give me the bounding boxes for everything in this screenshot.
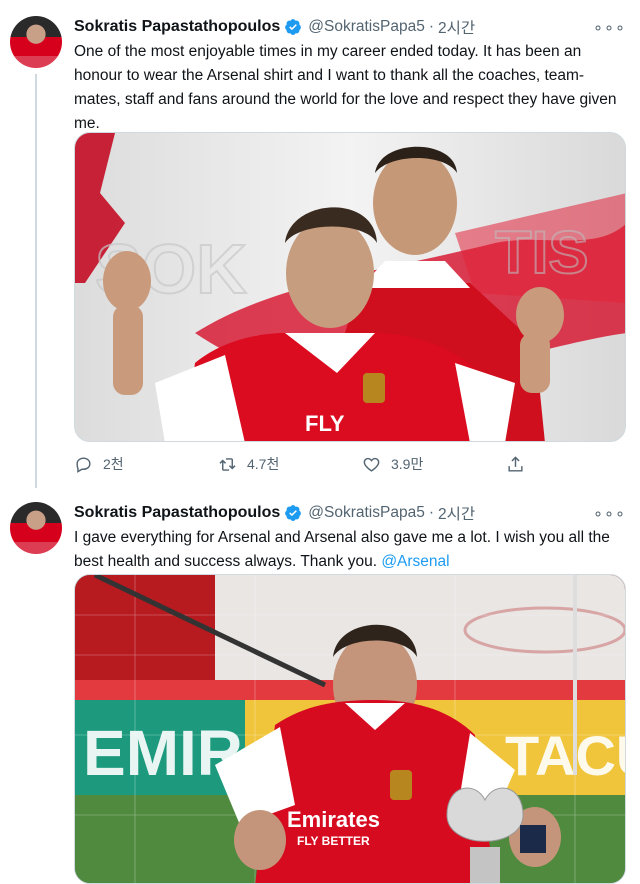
tweet-photo[interactable]: EMIR TACU Emirates FLY BETTER bbox=[74, 574, 626, 884]
mention-link[interactable]: @Arsenal bbox=[381, 553, 449, 570]
tweet-header: Sokratis Papastathopoulos @SokratisPapa5… bbox=[74, 16, 475, 38]
photo-illustration: SOK TIS FLY bbox=[75, 133, 625, 441]
banner-right-text: TACU bbox=[505, 724, 626, 787]
author-handle[interactable]: @SokratisPapa5 bbox=[308, 18, 425, 36]
shirt-sponsor-text: FLY bbox=[305, 411, 345, 436]
retweet-button[interactable]: 4.7천 bbox=[218, 454, 362, 474]
timestamp[interactable]: 2시간 bbox=[438, 16, 475, 38]
svg-text:TIS: TIS bbox=[495, 219, 588, 286]
shirt-tagline-text: FLY BETTER bbox=[297, 834, 370, 848]
avatar[interactable] bbox=[10, 502, 62, 554]
tweet-text: One of the most enjoyable times in my ca… bbox=[74, 43, 617, 132]
tweet-2[interactable]: Sokratis Papastathopoulos @SokratisPapa5… bbox=[0, 494, 640, 884]
like-count: 3.9만 bbox=[391, 456, 424, 472]
previous-tweet-cutoff bbox=[0, 0, 640, 6]
separator-dot: · bbox=[428, 504, 434, 521]
retweet-icon bbox=[219, 457, 236, 471]
more-icon[interactable]: ∘∘∘ bbox=[593, 504, 626, 524]
reply-button[interactable]: 2천 bbox=[74, 454, 218, 474]
author-handle[interactable]: @SokratisPapa5 bbox=[308, 504, 425, 522]
tweet-header: Sokratis Papastathopoulos @SokratisPapa5… bbox=[74, 502, 475, 524]
shirt-sponsor-text: Emirates bbox=[287, 807, 380, 832]
photo-illustration: EMIR TACU Emirates FLY BETTER bbox=[75, 575, 626, 883]
author-name[interactable]: Sokratis Papastathopoulos bbox=[74, 18, 280, 36]
more-icon[interactable]: ∘∘∘ bbox=[593, 18, 626, 38]
tweet-text: I gave everything for Arsenal and Arsena… bbox=[74, 526, 626, 574]
share-button[interactable] bbox=[506, 455, 535, 474]
like-icon bbox=[363, 457, 380, 472]
retweet-count: 4.7천 bbox=[247, 456, 280, 472]
reply-count: 2천 bbox=[103, 456, 124, 472]
tweet-text-body: I gave everything for Arsenal and Arsena… bbox=[74, 529, 610, 570]
timestamp[interactable]: 2시간 bbox=[438, 502, 475, 524]
share-icon bbox=[508, 455, 523, 472]
tweet-1[interactable]: Sokratis Papastathopoulos @SokratisPapa5… bbox=[0, 8, 640, 488]
reply-icon bbox=[76, 456, 91, 473]
author-name[interactable]: Sokratis Papastathopoulos bbox=[74, 504, 280, 522]
verified-badge-icon bbox=[285, 505, 302, 521]
tweet-actions: 2천 4.7천 3.9만 bbox=[74, 452, 544, 476]
verified-badge-icon bbox=[285, 19, 302, 35]
thread-connector-line bbox=[35, 74, 37, 488]
like-button[interactable]: 3.9만 bbox=[362, 454, 506, 474]
tweet-photo[interactable]: SOK TIS FLY bbox=[74, 132, 626, 442]
banner-left-text: EMIR bbox=[83, 717, 243, 789]
avatar[interactable] bbox=[10, 16, 62, 68]
separator-dot: · bbox=[428, 18, 434, 35]
